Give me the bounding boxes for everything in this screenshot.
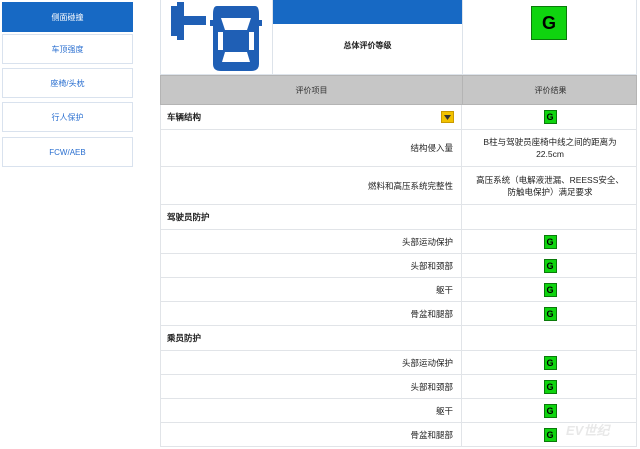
header-eval-item: 评价项目 <box>295 85 328 95</box>
sidebar-item-label: 车顶强度 <box>51 44 84 54</box>
collapse-toggle-button[interactable] <box>441 111 454 123</box>
section-title: 乘员防护 <box>167 333 202 343</box>
table-row: 头部和颈部 G <box>160 254 637 278</box>
section-title: 车辆结构 <box>167 112 202 122</box>
item-label: 燃料和高压系统完整性 <box>367 180 453 191</box>
item-label: 头部运动保护 <box>401 236 453 247</box>
rating-badge: G <box>543 282 557 297</box>
section-title: 驾驶员防护 <box>167 212 210 222</box>
result-text: B柱与驾驶员座椅中线之间的距离为22.5cm <box>483 137 617 159</box>
sidebar-item-fcw-aeb[interactable]: FCW/AEB <box>2 137 133 167</box>
item-label: 结构侵入量 <box>410 143 453 153</box>
item-label: 骨盆和腿部 <box>410 429 453 440</box>
result-text: 高压系统（电解液泄漏、REESS安全、防触电保护）满足要求 <box>476 174 624 197</box>
rating-badge: G <box>543 306 557 321</box>
item-label: 躯干 <box>435 284 453 295</box>
side-impact-diagram <box>161 0 273 75</box>
table-row: 头部和颈部 G <box>160 375 637 399</box>
table-row: 躯干 G <box>160 278 637 302</box>
rating-badge: G <box>543 379 557 394</box>
rating-badge: G <box>543 427 557 442</box>
table-row: 头部运动保护 G <box>160 230 637 254</box>
sidebar-item-label: 行人保护 <box>51 112 84 122</box>
car-side-impact-icon <box>171 2 262 71</box>
rating-badge: G <box>543 258 557 273</box>
table-row: 燃料和高压系统完整性 高压系统（电解液泄漏、REESS安全、防触电保护）满足要求 <box>160 167 637 205</box>
section-row-passenger: 乘员防护 <box>160 326 637 351</box>
sidebar-item-roof-strength[interactable]: 车顶强度 <box>2 34 133 64</box>
overall-rating-panel: 总体评价等级 G <box>160 0 637 75</box>
table-row: 骨盆和腿部 G <box>160 302 637 326</box>
table-row: 头部运动保护 G <box>160 351 637 375</box>
overall-rating-label: 总体评价等级 <box>343 41 392 50</box>
sidebar-item-side-impact[interactable]: 侧面碰撞 <box>2 2 133 32</box>
caret-down-icon <box>444 114 451 120</box>
watermark-logo: EV世纪 <box>566 423 610 438</box>
item-label: 头部运动保护 <box>401 357 453 368</box>
rating-badge: G <box>543 110 557 124</box>
overall-rating-badge: G <box>531 6 567 40</box>
rating-badge: G <box>543 403 557 418</box>
divider <box>462 0 463 75</box>
item-label: 躯干 <box>435 405 453 416</box>
item-label: 头部和颈部 <box>410 381 453 392</box>
sidebar-item-label: FCW/AEB <box>49 147 86 157</box>
sidebar-item-pedestrian[interactable]: 行人保护 <box>2 102 133 132</box>
item-label: 头部和颈部 <box>410 260 453 271</box>
header-accent-bar <box>273 0 462 24</box>
sidebar-item-label: 侧面碰撞 <box>51 12 84 22</box>
rating-badge: G <box>543 234 557 249</box>
section-row-driver: 驾驶员防护 <box>160 205 637 230</box>
header-eval-result: 评价结果 <box>462 76 638 104</box>
sidebar-item-seat-headrest[interactable]: 座椅/头枕 <box>2 68 133 98</box>
main-panel: 总体评价等级 G 评价项目 评价结果 车辆结构 G 结构侵入量 B柱与驾驶员座椅… <box>160 0 637 449</box>
sidebar-item-label: 座椅/头枕 <box>50 78 85 88</box>
item-label: 骨盆和腿部 <box>410 308 453 319</box>
section-row-vehicle-structure: 车辆结构 G <box>160 105 637 130</box>
table-row: 结构侵入量 B柱与驾驶员座椅中线之间的距离为22.5cm <box>160 130 637 167</box>
table-header: 评价项目 评价结果 <box>160 75 637 105</box>
rating-badge: G <box>543 355 557 370</box>
